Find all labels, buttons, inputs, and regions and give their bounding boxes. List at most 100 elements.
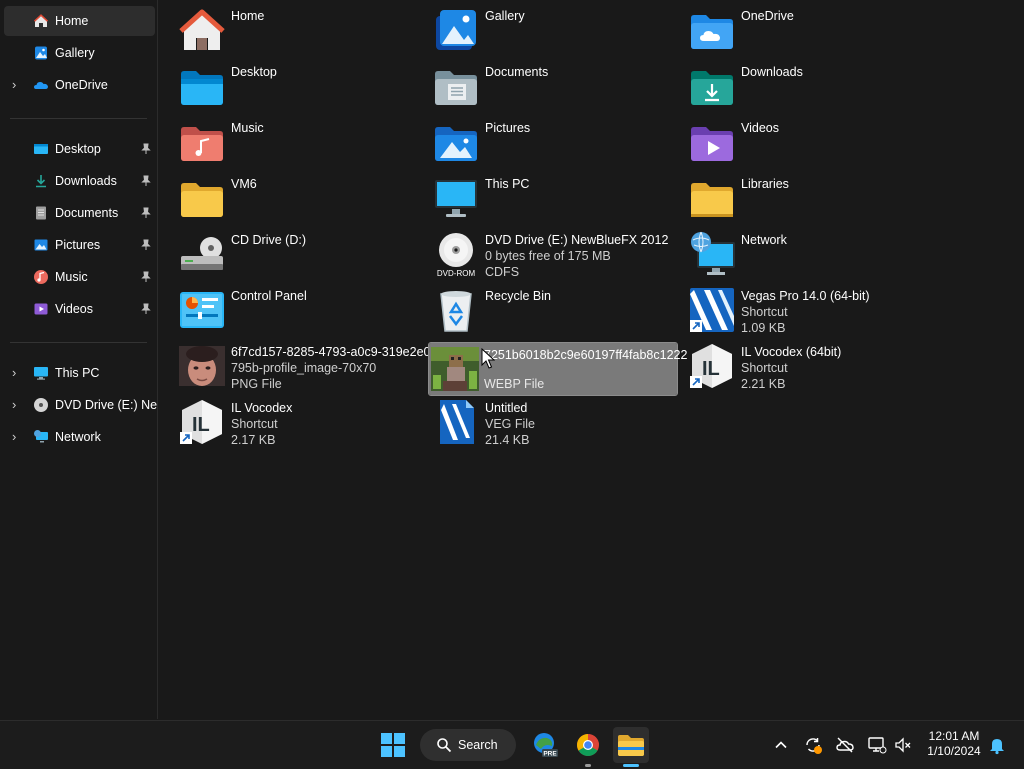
sidebar-item-desktop[interactable]: Desktop [4,134,155,164]
sidebar-item-home[interactable]: Home [4,6,155,36]
music-folder-icon [181,127,223,161]
desktop-folder-icon [181,71,223,105]
sidebar-item-network[interactable]: › Network [4,422,155,452]
search-label: Search [458,738,498,752]
item-videos[interactable]: Videos [686,116,934,168]
item-il-vocodex-64-shortcut[interactable]: IL IL Vocodex (64bit) Shortcut 2.21 KB [686,340,934,392]
sync-update-icon[interactable] [803,735,823,755]
profile-image-thumbnail-icon [179,346,225,386]
pin-icon[interactable] [141,175,151,187]
downloads-folder-icon [691,71,733,105]
item-name: Desktop [231,65,277,79]
pin-icon[interactable] [141,303,151,315]
sidebar-item-label: OneDrive [55,78,108,92]
chevron-right-icon[interactable]: › [12,366,22,379]
item-name: IL Vocodex [231,401,293,415]
volume-muted-icon[interactable] [893,735,913,755]
sidebar-item-pictures[interactable]: Pictures [4,230,155,260]
item-png-file[interactable]: 6f7cd157-8285-4793-a0c9-319e2e00 795b-pr… [176,340,437,392]
item-detail: Shortcut [741,305,788,319]
item-name: 7251b6018b2c9e60197ff4fab8c1222 [484,348,688,362]
file-explorer-icon [618,735,644,756]
taskbar-clock[interactable]: 12:01 AM 1/10/2024 [918,729,990,759]
folder-icon [181,183,223,217]
item-name: CD Drive (D:) [231,233,306,247]
item-libraries[interactable]: Libraries [686,172,934,224]
pin-icon[interactable] [141,207,151,219]
item-home[interactable]: Home [176,4,424,56]
network-status-icon[interactable] [867,735,887,755]
webp-image-thumbnail-icon [431,347,479,391]
item-pictures[interactable]: Pictures [430,116,678,168]
sidebar-item-gallery[interactable]: Gallery [4,38,155,68]
item-name: Gallery [485,9,525,23]
taskbar-app-file-explorer[interactable] [613,727,649,763]
pin-icon[interactable] [141,239,151,251]
sidebar-item-documents[interactable]: Documents [4,198,155,228]
item-detail: PNG File [231,377,282,391]
item-name: Vegas Pro 14.0 (64-bit) [741,289,870,303]
item-detail: 21.4 KB [485,433,530,447]
item-untitled-veg[interactable]: Untitled VEG File 21.4 KB [430,396,678,448]
item-cd-drive[interactable]: CD Drive (D:) [176,228,424,280]
vegas-pro-icon [690,288,734,332]
sidebar-item-downloads[interactable]: Downloads [4,166,155,196]
sidebar-item-videos[interactable]: Videos [4,294,155,324]
item-this-pc[interactable]: This PC [430,172,678,224]
item-detail: Shortcut [741,361,788,375]
item-name: Untitled [485,401,528,415]
sidebar-item-label: Desktop [55,142,101,156]
item-network[interactable]: Network [686,228,934,280]
item-webp-file[interactable]: 7251b6018b2c9e60197ff4fab8c1222 WEBP Fil… [428,342,687,396]
item-detail: VEG File [485,417,536,431]
sidebar-item-label: Home [55,14,89,28]
pin-icon[interactable] [141,143,151,155]
sidebar-item-onedrive[interactable]: › OneDrive [4,70,155,100]
item-vegas-pro-shortcut[interactable]: Vegas Pro 14.0 (64-bit) Shortcut 1.09 KB [686,284,934,336]
sidebar-item-this-pc[interactable]: › This PC [4,358,155,388]
start-button[interactable] [375,727,411,763]
sidebar-item-label: Gallery [55,46,95,60]
item-name: Recycle Bin [485,289,551,303]
chevron-right-icon[interactable]: › [12,398,22,411]
item-detail: 0 bytes free of 175 MB [485,249,611,263]
item-onedrive[interactable]: OneDrive [686,4,934,56]
item-il-vocodex-shortcut[interactable]: IL IL Vocodex Shortcut 2.17 KB [176,396,424,448]
cd-drive-icon [181,237,223,270]
item-name: Libraries [741,177,789,191]
this-pc-icon [435,180,477,217]
notification-bell-icon[interactable] [987,735,1007,755]
gallery-icon [35,46,47,60]
navigation-pane: Home Gallery › OneDrive Desktop Download… [0,0,158,719]
item-gallery[interactable]: Gallery [430,4,678,56]
chevron-up-icon[interactable] [771,735,791,755]
sidebar-item-dvd-drive[interactable]: › DVD Drive (E:) New [4,390,157,420]
chevron-right-icon[interactable]: › [12,78,22,91]
item-name: Home [231,9,265,23]
taskbar-search-button[interactable]: Search [420,729,516,761]
item-name: VM6 [231,177,257,191]
sidebar-item-label: Documents [55,206,119,220]
sidebar-item-music[interactable]: Music [4,262,155,292]
onedrive-offline-icon[interactable] [835,735,855,755]
il-vocodex-letters: IL [702,358,720,380]
item-name: Network [741,233,787,247]
pin-icon[interactable] [141,271,151,283]
onedrive-icon [34,82,48,89]
item-dvd-drive[interactable]: DVD-ROM DVD Drive (E:) NewBlueFX 2012 0 … [430,228,678,280]
item-control-panel[interactable]: Control Panel [176,284,424,336]
item-name: This PC [485,177,530,191]
chevron-right-icon[interactable]: › [12,430,22,443]
item-documents[interactable]: Documents [430,60,678,112]
item-detail: CDFS [485,265,520,279]
item-desktop[interactable]: Desktop [176,60,424,112]
item-recycle-bin[interactable]: Recycle Bin [430,284,678,336]
item-vm6-folder[interactable]: VM6 [176,172,424,224]
desktop-icon [34,144,48,154]
item-downloads[interactable]: Downloads [686,60,934,112]
item-detail: WEBP File [484,377,545,391]
downloads-icon [36,175,46,188]
item-music[interactable]: Music [176,116,424,168]
taskbar-app-chrome[interactable] [570,727,606,763]
taskbar-app-edge-preview[interactable]: PRE [527,727,563,763]
